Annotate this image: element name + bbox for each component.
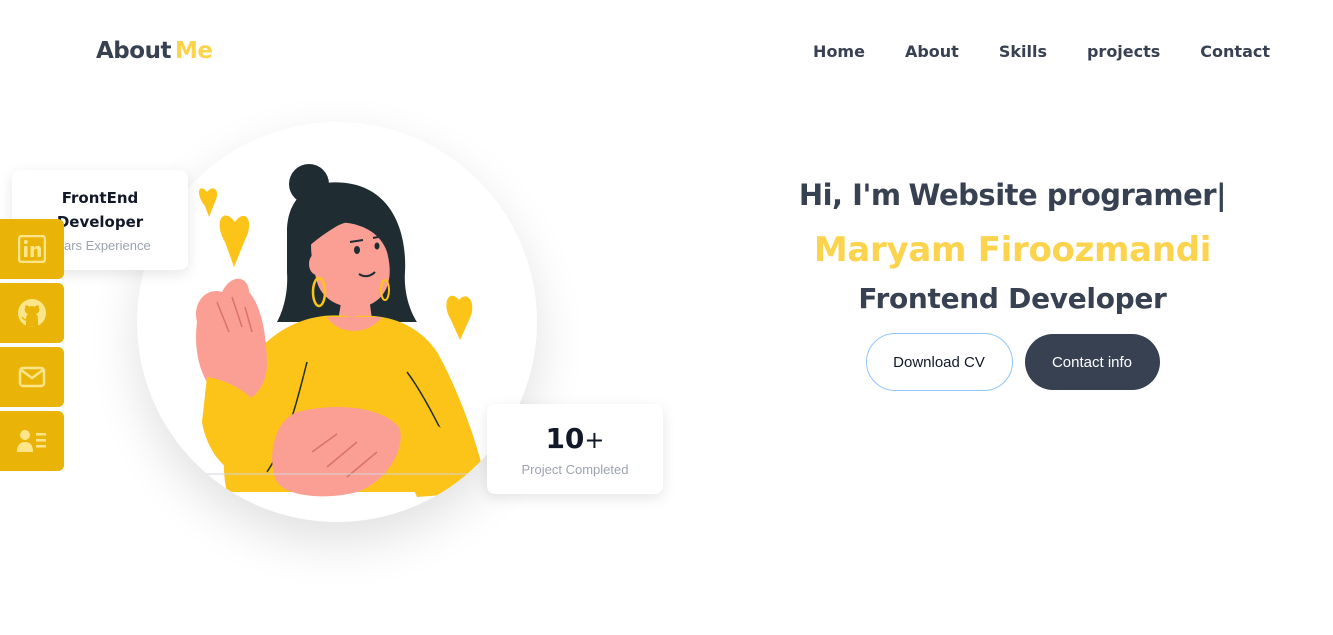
hero-role: Frontend Developer [858, 282, 1167, 315]
projects-label: Project Completed [521, 462, 629, 477]
contact-card-icon [17, 430, 46, 452]
greeting: Hi, I'm [798, 178, 901, 212]
mail-icon [18, 366, 46, 388]
page: About Me Home About Skills projects Conta… [0, 0, 1333, 635]
hero-text: Hi, I'm Website programer| Maryam Firoozm… [790, 178, 1235, 391]
woman-heart-gesture-illustration [196, 164, 488, 497]
contact-card-button[interactable] [0, 411, 64, 471]
contact-info-button[interactable]: Contact info [1024, 334, 1160, 390]
main-nav: Home About Skills projects Contact [813, 42, 1270, 61]
logo-main: About [96, 38, 171, 64]
logo-accent: Me [174, 38, 213, 64]
linkedin-button[interactable] [0, 219, 64, 279]
linkedin-icon [18, 235, 46, 263]
github-button[interactable] [0, 283, 64, 343]
nav-contact[interactable]: Contact [1200, 42, 1270, 61]
experience-title-line1: FrontEnd [61, 189, 139, 207]
typed-text: Website programer| [908, 178, 1227, 212]
nav-home[interactable]: Home [813, 42, 865, 61]
projects-number: 10 [545, 422, 585, 455]
social-sidebar [0, 219, 64, 475]
hero-greeting-line: Hi, I'm Website programer| [790, 178, 1235, 212]
projects-count: 10+ [487, 422, 663, 455]
site-logo[interactable]: About Me [96, 38, 213, 64]
download-cv-button[interactable]: Download CV [865, 333, 1013, 391]
nav-about[interactable]: About [905, 42, 959, 61]
hero-buttons: Download CV Contact info [790, 333, 1235, 391]
projects-card: 10+ Project Completed [487, 404, 663, 494]
hero-image-circle [137, 122, 537, 522]
projects-suffix: + [584, 426, 605, 454]
github-icon [18, 299, 46, 327]
nav-projects[interactable]: projects [1087, 42, 1160, 61]
hero-name: Maryam Firoozmandi [813, 230, 1212, 270]
email-button[interactable] [0, 347, 64, 407]
nav-skills[interactable]: Skills [999, 42, 1047, 61]
